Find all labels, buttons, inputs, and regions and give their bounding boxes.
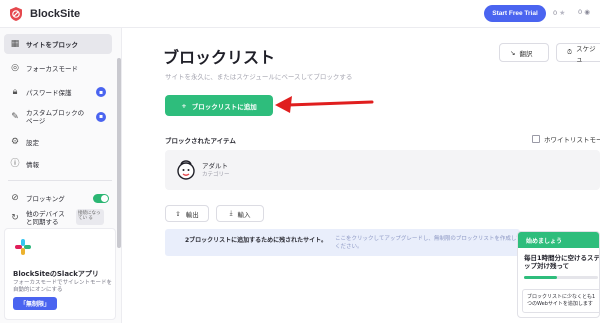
progress-fill bbox=[524, 276, 558, 279]
slack-logo-icon bbox=[15, 239, 31, 255]
schedule-label: スケジュ bbox=[576, 44, 596, 63]
sidebar-item-focus-mode[interactable]: ◎ フォーカスモード bbox=[4, 58, 112, 78]
brand[interactable]: BlockSite bbox=[8, 6, 80, 22]
export-button[interactable]: ⇪ 輸出 bbox=[165, 205, 209, 222]
unlimited-button[interactable]: 「無制限」 bbox=[13, 297, 57, 310]
whitelist-mode-option[interactable]: ホワイトリストモー bbox=[532, 134, 600, 144]
sidebar-item-password[interactable]: 🔒︎ パスワード保護 ▪ bbox=[4, 82, 112, 102]
redirect-label: 翻訳 bbox=[519, 49, 533, 58]
focus-target-icon: ◎ bbox=[11, 62, 19, 73]
sidebar-item-block-sites[interactable]: ▦ サイトをブロック bbox=[4, 34, 112, 54]
upgrade-info-bar[interactable]: 2ブロックリストに追加するために残されたサイト。 ここをクリックしてアップグレー… bbox=[165, 229, 522, 256]
slack-promo-card: BlockSiteのSlackアプリ フォーカスモードでサイレントモードを自動的… bbox=[4, 228, 116, 320]
start-free-trial-button[interactable]: Start Free Trial bbox=[484, 5, 546, 22]
sidebar-item-label: 情報 bbox=[26, 161, 39, 169]
sidebar-item-info[interactable]: ⓘ 情報 bbox=[4, 154, 112, 174]
sidebar-item-settings[interactable]: ⚙ 設定 bbox=[4, 132, 112, 152]
plus-icon: + bbox=[181, 101, 187, 110]
notification-count[interactable]: 0 ◉ bbox=[578, 8, 590, 16]
sidebar-item-custom-page[interactable]: ✎ カスタムブロックのページ ▪ bbox=[4, 104, 112, 130]
lock-icon: 🔒︎ bbox=[12, 86, 18, 97]
sidebar-item-label: 設定 bbox=[26, 139, 39, 147]
category-name: アダルト bbox=[202, 162, 228, 170]
import-label: 輸入 bbox=[237, 210, 251, 219]
add-to-blocklist-button[interactable]: + ブロックリストに追加 bbox=[165, 95, 273, 116]
export-label: 輸出 bbox=[185, 210, 199, 219]
sync-status-badge: 接続になってい る bbox=[76, 209, 104, 225]
slack-title: BlockSiteのSlackアプリ bbox=[13, 270, 99, 278]
sidebar-item-label: フォーカスモード bbox=[26, 65, 78, 73]
remaining-sites-text: 2ブロックリストに追加するために残されたサイト。 bbox=[185, 237, 328, 244]
sidebar-item-label: パスワード保護 bbox=[26, 89, 72, 97]
adult-category-icon bbox=[177, 160, 195, 180]
getting-started-title: 毎日1時間分に空けるステップ対け残って bbox=[524, 254, 600, 270]
sync-icon: ↻ bbox=[11, 212, 19, 223]
gear-icon: ⚙ bbox=[10, 136, 20, 147]
category-type: カテゴリー bbox=[202, 172, 230, 178]
whitelist-checkbox[interactable] bbox=[532, 135, 540, 143]
import-button[interactable]: ⤓ 輸入 bbox=[216, 205, 264, 222]
getting-started-card: 始めましょう 毎日1時間分に空けるステップ対け残って ブロックリストに少なくとも… bbox=[517, 231, 600, 318]
getting-started-task[interactable]: ブロックリストに少なくとも1つのWebサイトを追加します bbox=[522, 289, 599, 313]
premium-lock-icon: ▪ bbox=[96, 87, 106, 97]
add-button-label: ブロックリストに追加 bbox=[191, 102, 257, 111]
alarm-clock-icon: ⏰︎ bbox=[567, 48, 573, 56]
premium-lock-icon: ▪ bbox=[96, 112, 106, 122]
page-subtitle: サイトを永久に、またはスケジュールにベースしてブロックする bbox=[165, 73, 353, 81]
red-arrow-annotation bbox=[275, 96, 374, 113]
blocking-toggle[interactable] bbox=[93, 194, 109, 203]
sidebar-scrollbar[interactable] bbox=[117, 58, 121, 248]
whitelist-label: ホワイトリストモー bbox=[544, 136, 600, 144]
slack-description: フォーカスモードでサイレントモードを自動的にオンにする bbox=[13, 280, 113, 293]
getting-started-progress bbox=[524, 276, 598, 279]
blocked-category-item[interactable]: アダルト カテゴリー bbox=[165, 150, 600, 190]
sidebar-item-label: サイトをブロック bbox=[26, 41, 78, 49]
star-icon: ★ bbox=[559, 9, 566, 17]
sync-label: 他のデバイスと同期する bbox=[26, 210, 65, 226]
block-grid-icon: ▦ bbox=[10, 38, 20, 49]
export-icon: ⇪ bbox=[175, 209, 181, 218]
redirect-icon: ↘ bbox=[510, 48, 516, 57]
blocking-label: ブロッキング bbox=[26, 195, 65, 203]
top-bar: BlockSite Start Free Trial 0 ★ 0 ◉ bbox=[0, 0, 600, 28]
blocked-items-heading: ブロックされたアイテム bbox=[165, 137, 236, 145]
getting-started-header: 始めましょう bbox=[518, 232, 599, 248]
page-title: ブロックリスト bbox=[163, 48, 276, 67]
upgrade-link[interactable]: ここをクリックしてアップグレードし、無制限のブロックリストを作成してください。 bbox=[335, 236, 525, 251]
badge-icon: ◉ bbox=[584, 8, 590, 16]
notification-value: 0 bbox=[578, 8, 583, 16]
app-name: BlockSite bbox=[30, 8, 81, 20]
schedule-button[interactable]: ⏰︎ スケジュ bbox=[556, 43, 600, 63]
sidebar-item-label: カスタムブロックのページ bbox=[26, 109, 85, 125]
custom-page-icon: ✎ bbox=[11, 111, 19, 122]
blocking-icon: ⊘ bbox=[11, 192, 19, 203]
blocksite-logo-icon bbox=[10, 7, 22, 21]
rating-value: 0 bbox=[553, 9, 558, 17]
divider bbox=[8, 180, 112, 181]
rating[interactable]: 0 ★ bbox=[553, 9, 565, 17]
import-icon: ⤓ bbox=[229, 209, 233, 217]
redirect-button[interactable]: ↘ 翻訳 bbox=[499, 43, 549, 62]
info-icon: ⓘ bbox=[10, 158, 20, 169]
